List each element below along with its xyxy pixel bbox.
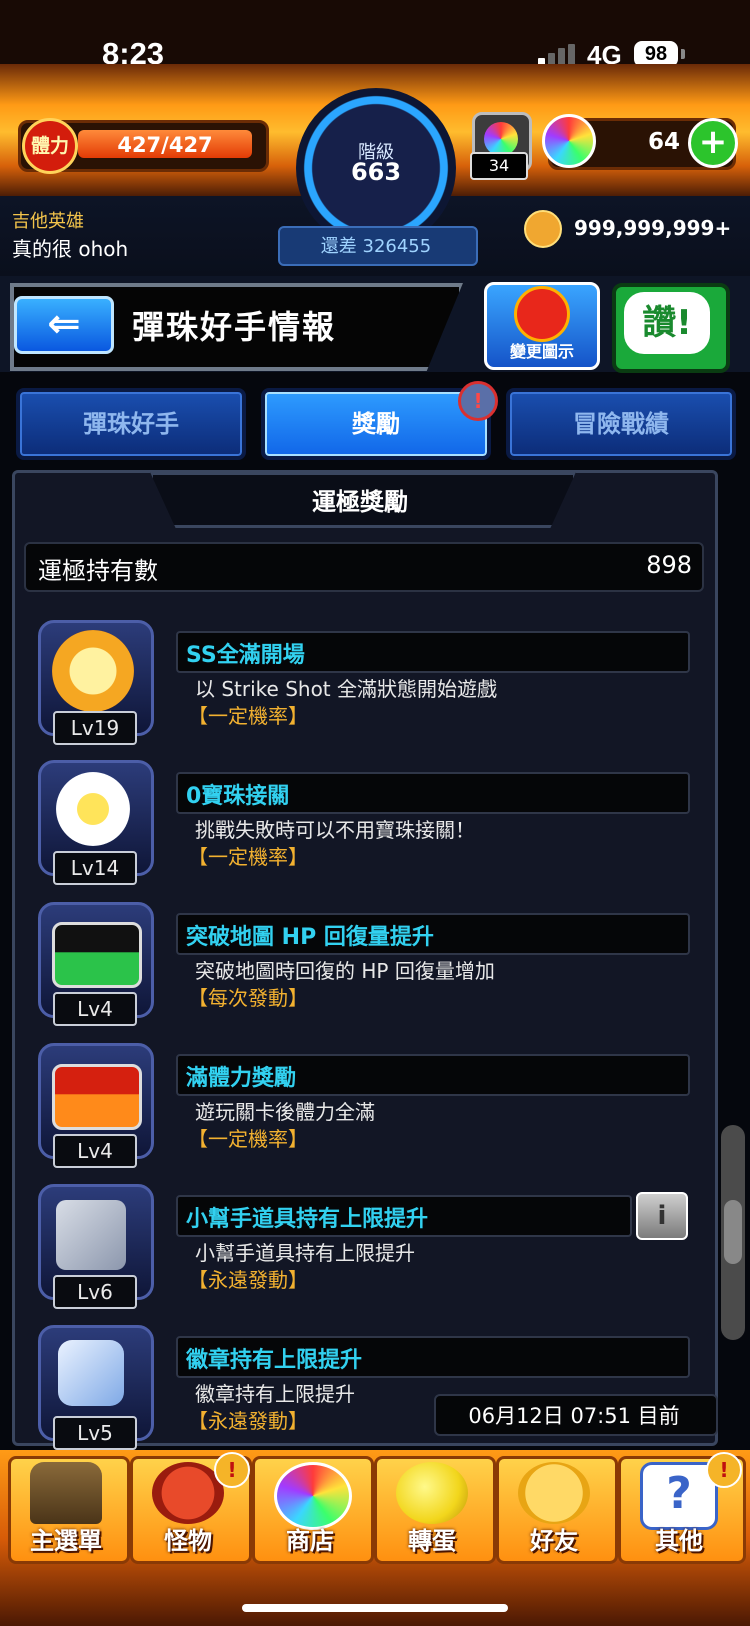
ability-description: 小幫手道具持有上限提升 bbox=[195, 1241, 415, 1265]
alert-icon: ! bbox=[458, 381, 498, 421]
ability-name: 滿體力獎勵 bbox=[186, 1066, 297, 1091]
winged-arrow-art bbox=[56, 772, 130, 846]
ability-trigger-type: 【永遠發動】 bbox=[188, 1268, 308, 1292]
ability-description: 遊玩關卡後體力全滿 bbox=[195, 1100, 375, 1124]
ability-name: 突破地圖 HP 回復量提升 bbox=[186, 925, 434, 950]
helper-item-art bbox=[56, 1200, 126, 1270]
info-button[interactable]: i bbox=[636, 1192, 688, 1240]
add-orbs-button[interactable]: + bbox=[688, 118, 738, 168]
coin-icon bbox=[524, 210, 562, 248]
ability-level: Lv4 bbox=[53, 992, 137, 1026]
ability-trigger-type: 【一定機率】 bbox=[188, 845, 308, 869]
nav-label: 轉蛋 bbox=[408, 1527, 456, 1555]
ability-name: 0寶珠接關 bbox=[186, 784, 290, 809]
ability-trigger-type: 【一定機率】 bbox=[188, 1127, 308, 1151]
battery-nub bbox=[681, 49, 685, 59]
orb-count: 64 bbox=[647, 129, 680, 155]
ability-name: SS全滿開場 bbox=[186, 643, 305, 668]
stamina-arrow-art bbox=[52, 1064, 142, 1130]
alert-icon: ! bbox=[706, 1452, 742, 1488]
egg-icon bbox=[396, 1462, 468, 1524]
nav-label: 怪物 bbox=[164, 1527, 212, 1555]
castle-icon bbox=[30, 1462, 102, 1524]
back-button[interactable]: ⇐ bbox=[14, 296, 114, 354]
ability-trigger-type: 【一定機率】 bbox=[188, 704, 308, 728]
ability-trigger-type: 【每次發動】 bbox=[188, 986, 308, 1010]
tab-marble-player[interactable]: 彈珠好手 bbox=[16, 388, 246, 460]
nav-label: 商店 bbox=[286, 1527, 334, 1555]
stamina-value: 427/427 bbox=[117, 133, 213, 157]
ability-description: 突破地圖時回復的 HP 回復量增加 bbox=[195, 959, 495, 983]
nav-label: 其他 bbox=[655, 1527, 703, 1555]
badge-art bbox=[58, 1340, 124, 1406]
ability-description: 以 Strike Shot 全滿狀態開始遊戲 bbox=[195, 677, 498, 701]
ability-trigger-type: 【永遠發動】 bbox=[188, 1409, 308, 1433]
like-label: 讚! bbox=[624, 292, 710, 354]
rank-next-exp: 還差 326455 bbox=[320, 236, 432, 257]
nav-label: 主選單 bbox=[30, 1527, 102, 1555]
friends-icon bbox=[518, 1462, 590, 1524]
scrollbar-thumb[interactable] bbox=[724, 1200, 742, 1264]
luck-count-value: 898 bbox=[646, 551, 692, 579]
ability-level: Lv4 bbox=[53, 1134, 137, 1168]
luck-orb-icon bbox=[484, 122, 518, 156]
change-icon-label: 變更圖示 bbox=[509, 342, 574, 361]
ability-name: 徽章持有上限提升 bbox=[186, 1348, 363, 1373]
monster-face-icon bbox=[514, 286, 570, 342]
page-title: 彈珠好手情報 bbox=[132, 308, 337, 346]
player-title: 吉他英雄 bbox=[12, 211, 84, 232]
go-burst-art bbox=[52, 630, 134, 712]
tab-adventure-record[interactable]: 冒險戰績 bbox=[506, 388, 736, 460]
ability-name: 小幫手道具持有上限提升 bbox=[186, 1207, 429, 1232]
rainbow-orb-icon bbox=[274, 1462, 352, 1530]
ability-level: Lv5 bbox=[53, 1416, 137, 1450]
hp-arrow-art bbox=[52, 922, 142, 988]
signal-icon bbox=[538, 44, 578, 66]
orb-icon bbox=[542, 114, 596, 168]
rank-value: 663 bbox=[350, 158, 402, 186]
coin-value: 999,999,999+ bbox=[574, 216, 732, 240]
tab-rewards[interactable]: 獎勵 bbox=[261, 388, 491, 460]
luck-item-count: 34 bbox=[470, 152, 528, 180]
stamina-icon: 體力 bbox=[22, 118, 78, 174]
nav-label: 好友 bbox=[530, 1527, 578, 1555]
ability-description: 徽章持有上限提升 bbox=[195, 1382, 355, 1406]
timestamp: 06月12日 07:51 目前 bbox=[468, 1404, 680, 1428]
ability-level: Lv14 bbox=[53, 851, 137, 885]
player-name: 真的很 ohoh bbox=[12, 237, 129, 261]
panel-title: 運極獎勵 bbox=[312, 488, 408, 516]
ability-description: 挑戰失敗時可以不用寶珠接關！ bbox=[195, 818, 475, 842]
ability-level: Lv19 bbox=[53, 711, 137, 745]
ability-level: Lv6 bbox=[53, 1275, 137, 1309]
alert-icon: ! bbox=[214, 1452, 250, 1488]
home-indicator[interactable] bbox=[242, 1604, 508, 1612]
luck-count-label: 運極持有數 bbox=[38, 557, 158, 585]
